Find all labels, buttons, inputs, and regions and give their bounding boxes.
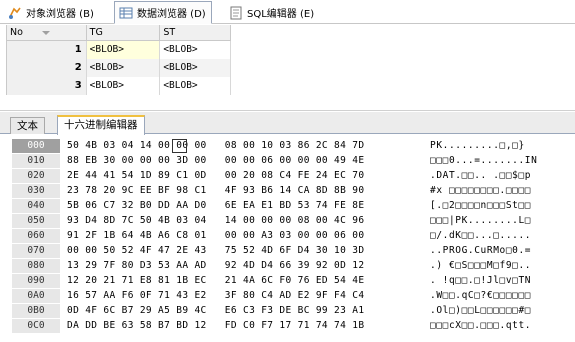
data-browser-icon (119, 6, 133, 20)
tab-sql-editor-label: SQL编辑器 (E) (247, 9, 315, 20)
hex-ascii[interactable]: .DAT.□□.. .□□$□p (430, 168, 575, 183)
cell-st[interactable]: <BLOB> (160, 77, 231, 95)
editor-tab-strip: 文本 十六进制编辑器 (0, 112, 575, 135)
hex-bytes[interactable]: 91 2F 1B 64 4B A6 C8 01 00 00 A3 03 00 0… (67, 228, 427, 243)
hex-row: 040 5B 06 C7 32 B0 DD AA D0 6E EA E1 BD 5… (10, 198, 575, 213)
hex-bytes[interactable]: 88 EB 30 00 00 00 3D 00 00 00 06 00 00 0… (67, 153, 427, 168)
column-header-tg-label: TG (89, 27, 103, 38)
hex-bytes[interactable]: 50 4B 03 04 14 00 00 00 08 00 10 03 86 2… (67, 138, 427, 153)
hex-address: 0C0 (12, 319, 60, 333)
hex-editor[interactable]: 000 50 4B 03 04 14 00 00 00 08 00 10 03 8… (10, 138, 575, 342)
hex-address: 080 (12, 259, 60, 273)
pane-splitter[interactable] (0, 98, 575, 111)
hex-row: 060 91 2F 1B 64 4B A6 C8 01 00 00 A3 03 0… (10, 228, 575, 243)
object-browser-icon (8, 6, 22, 20)
hex-address: 060 (12, 229, 60, 243)
hex-ascii[interactable]: □□□cX□□.□□□.qtt. (430, 318, 575, 333)
cell-st[interactable]: <BLOB> (160, 59, 231, 77)
hex-ascii[interactable]: □□□|PK........L□ (430, 213, 575, 228)
hex-row: 050 93 D4 8D 7C 50 4B 03 04 14 00 00 00 0… (10, 213, 575, 228)
hex-row: 020 2E 44 41 54 1D 89 C1 0D 00 20 08 C4 F… (10, 168, 575, 183)
row-number[interactable]: 1 (7, 41, 87, 59)
hex-row: 010 88 EB 30 00 00 00 3D 00 00 00 06 00 0… (10, 153, 575, 168)
hex-bytes[interactable]: 5B 06 C7 32 B0 DD AA D0 6E EA E1 BD 53 7… (67, 198, 427, 213)
cell-st[interactable]: <BLOB> (160, 41, 231, 59)
hex-bytes[interactable]: 23 78 20 9C EE BF 98 C1 4F 93 B6 14 CA 8… (67, 183, 427, 198)
hex-ascii[interactable]: .Ol□)□□L□□□□□□#□ (430, 303, 575, 318)
cell-tg[interactable]: <BLOB> (86, 41, 161, 59)
tab-text-label: 文本 (17, 120, 38, 132)
hex-bytes[interactable]: 12 20 21 71 E8 81 1B EC 21 4A 6C F0 76 E… (67, 273, 427, 288)
table-row[interactable]: 1 <BLOB> <BLOB> (7, 41, 231, 59)
hex-ascii[interactable]: .) €□S□□□M□f9□.. (430, 258, 575, 273)
hex-address: 010 (12, 154, 60, 168)
column-header-st[interactable]: ST (160, 25, 231, 41)
hex-row: 000 50 4B 03 04 14 00 00 00 08 00 10 03 8… (10, 138, 575, 153)
hex-address: 090 (12, 274, 60, 288)
column-header-st-label: ST (163, 27, 176, 38)
hex-address: 0A0 (12, 289, 60, 303)
tab-data-browser[interactable]: 数据浏览器 (D) (114, 1, 212, 24)
hex-bytes[interactable]: 0D 4F 6C B7 29 A5 B9 4C E6 C3 F3 DE BC 9… (67, 303, 427, 318)
hex-ascii[interactable]: □/.dK□□...□..... (430, 228, 575, 243)
column-header-no[interactable]: No (7, 25, 87, 41)
hex-row: 090 12 20 21 71 E8 81 1B EC 21 4A 6C F0 7… (10, 273, 575, 288)
hex-address: 020 (12, 169, 60, 183)
hex-ascii[interactable]: □□□0...=.......IN (430, 153, 575, 168)
row-number[interactable]: 3 (7, 77, 87, 95)
hex-address: 0B0 (12, 304, 60, 318)
table-row[interactable]: 3 <BLOB> <BLOB> (7, 77, 231, 95)
hex-ascii[interactable]: #x □□□□□□□□.□□□□ (430, 183, 575, 198)
hex-address: 050 (12, 214, 60, 228)
tab-data-browser-label: 数据浏览器 (D) (137, 9, 206, 20)
row-number[interactable]: 2 (7, 59, 87, 77)
hex-address: 040 (12, 199, 60, 213)
hex-cursor (172, 139, 187, 153)
tab-object-browser[interactable]: 对象浏览器 (B) (4, 2, 99, 23)
hex-row: 0B0 0D 4F 6C B7 29 A5 B9 4C E6 C3 F3 DE B… (10, 303, 575, 318)
hex-row: 0A0 16 57 AA F6 0F 71 43 E2 3F 80 C4 AD E… (10, 288, 575, 303)
hex-address: 070 (12, 244, 60, 258)
hex-ascii[interactable]: [.□2□□□□n□□□St□□ (430, 198, 575, 213)
tab-hex-editor[interactable]: 十六进制编辑器 (57, 115, 145, 135)
hex-bytes[interactable]: 00 00 50 52 4F 47 2E 43 75 52 4D 6F D4 3… (67, 243, 427, 258)
tab-text[interactable]: 文本 (10, 117, 45, 134)
hex-bytes[interactable]: DA DD BE 63 58 B7 BD 12 FD C0 F7 17 71 7… (67, 318, 427, 333)
grid-header: No TG ST (7, 25, 231, 41)
hex-ascii[interactable]: PK.........□,□} (430, 138, 575, 153)
tab-hex-editor-label: 十六进制编辑器 (64, 119, 138, 131)
cell-tg[interactable]: <BLOB> (86, 77, 161, 95)
cell-tg[interactable]: <BLOB> (86, 59, 161, 77)
hex-bytes[interactable]: 2E 44 41 54 1D 89 C1 0D 00 20 08 C4 FE 2… (67, 168, 427, 183)
hex-bytes[interactable]: 13 29 7F 80 D3 53 AA AD 92 4D D4 66 39 9… (67, 258, 427, 273)
hex-address: 030 (12, 184, 60, 198)
hex-address: 000 (12, 139, 60, 153)
tab-object-browser-label: 对象浏览器 (B) (26, 9, 94, 20)
sql-editor-icon (229, 6, 243, 20)
hex-ascii[interactable]: ..PROG.CuRMo□0.= (430, 243, 575, 258)
hex-ascii[interactable]: . !q□□.□!Jl□v□TN (430, 273, 575, 288)
hex-row: 080 13 29 7F 80 D3 53 AA AD 92 4D D4 66 3… (10, 258, 575, 273)
tab-sql-editor[interactable]: SQL编辑器 (E) (225, 2, 319, 23)
view-tab-strip: 对象浏览器 (B) 数据浏览器 (D) SQL编辑器 (E) (0, 0, 575, 24)
sort-arrow-icon (41, 31, 50, 35)
column-header-no-label: No (10, 27, 23, 38)
hex-bytes[interactable]: 93 D4 8D 7C 50 4B 03 04 14 00 00 00 08 0… (67, 213, 427, 228)
table-row[interactable]: 2 <BLOB> <BLOB> (7, 59, 231, 77)
hex-row: 070 00 00 50 52 4F 47 2E 43 75 52 4D 6F D… (10, 243, 575, 258)
hex-row: 0C0 DA DD BE 63 58 B7 BD 12 FD C0 F7 17 7… (10, 318, 575, 333)
hex-ascii[interactable]: .W□□.qC□?€□□□□□□ (430, 288, 575, 303)
hex-row: 030 23 78 20 9C EE BF 98 C1 4F 93 B6 14 C… (10, 183, 575, 198)
data-grid: No TG ST 1 <BLOB> <BLOB> 2 <BLOB> <BLOB>… (6, 25, 231, 95)
hex-bytes[interactable]: 16 57 AA F6 0F 71 43 E2 3F 80 C4 AD E2 9… (67, 288, 427, 303)
column-header-tg[interactable]: TG (87, 25, 161, 41)
